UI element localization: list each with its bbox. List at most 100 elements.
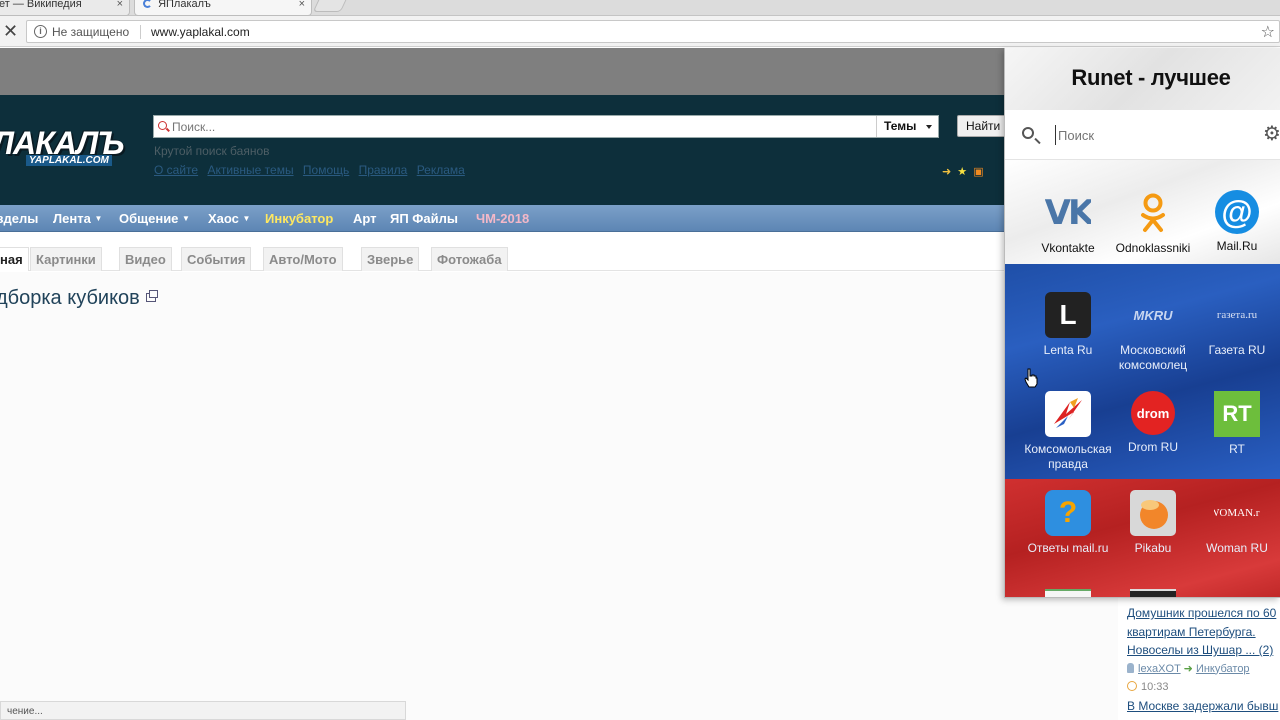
- news-link[interactable]: В Москве задержали бывш: [1127, 697, 1280, 716]
- runet-popup: Runet - лучшее ⚙ VK Vkontakte Odnoklassn…: [1004, 48, 1280, 598]
- vk-icon: VK: [1045, 193, 1091, 233]
- site-tile-mk[interactable]: MKRU Московский комсомолец: [1108, 292, 1198, 373]
- kp-icon: [1045, 391, 1091, 437]
- header-link-about[interactable]: О сайте: [154, 163, 198, 177]
- category-tabs: ная Картинки Видео События Авто/Мото Зве…: [0, 245, 1005, 271]
- tab-animals[interactable]: Зверье: [361, 247, 420, 271]
- browser-tab-wikipedia[interactable]: ет — Википедия ×: [0, 0, 130, 16]
- omnibox[interactable]: i Не защищено www.yaplakal.com ☆: [26, 20, 1280, 43]
- browser-tab-yaplakal[interactable]: ЯПлакалъ ×: [134, 0, 312, 16]
- tab-close-icon[interactable]: ×: [117, 0, 123, 10]
- site-tile-label: Lenta Ru: [1043, 343, 1093, 357]
- flag-stripe-blue: L Lenta Ru MKRU Московский комсомолец га…: [1005, 264, 1280, 479]
- info-icon[interactable]: i: [34, 25, 47, 38]
- search-slogan: Крутой поиск баянов: [154, 144, 270, 158]
- tab-close-icon[interactable]: ×: [299, 0, 305, 10]
- tab-photoshop[interactable]: Фотожаба: [431, 247, 508, 271]
- site-tile-label: Газета RU: [1208, 343, 1266, 357]
- site-tile-label: Московский комсомолец: [1118, 343, 1188, 372]
- news-link[interactable]: квартирам Петербурга.: [1127, 623, 1280, 642]
- nav-item-lenta[interactable]: Лента ▼: [53, 211, 102, 226]
- chevron-down-icon: ▼: [182, 214, 190, 223]
- site-tile-partial[interactable]: [1045, 589, 1091, 597]
- nav-label: Инкубатор: [265, 211, 334, 226]
- tab-events[interactable]: События: [181, 247, 252, 271]
- news-link[interactable]: Новоселы из Шушар ... (2): [1127, 641, 1280, 660]
- post-title[interactable]: дборка кубиков: [0, 287, 158, 310]
- header-link-active-topics[interactable]: Активные темы: [207, 163, 293, 177]
- site-logo[interactable]: ЛАКАЛЪ YAPLAKAL.COM: [0, 125, 142, 171]
- site-search-input[interactable]: [172, 118, 872, 135]
- url-text[interactable]: www.yaplakal.com: [151, 25, 250, 39]
- nav-label: Арт: [353, 211, 377, 226]
- popup-search-bar: ⚙: [1005, 110, 1280, 160]
- news-link[interactable]: Домушник прошелся по 60: [1127, 604, 1280, 623]
- site-tile-partial[interactable]: [1130, 589, 1176, 597]
- favorites-star-icon[interactable]: ★: [957, 165, 967, 178]
- tab-auto-moto[interactable]: Авто/Мото: [263, 247, 343, 271]
- rss-icon[interactable]: ▣: [973, 165, 983, 178]
- nav-item-khaos[interactable]: Хаос ▼: [208, 211, 250, 226]
- site-tile-gazeta[interactable]: газета.ru Газета RU: [1192, 292, 1280, 358]
- nav-item-art[interactable]: Арт: [353, 211, 377, 226]
- site-tile-rt[interactable]: RT RT: [1192, 391, 1280, 457]
- sidebar-news: Домушник прошелся по 60 квартирам Петерб…: [1127, 604, 1280, 715]
- site-tile-odnoklassniki[interactable]: Odnoklassniki: [1108, 190, 1198, 256]
- status-bar: чение...: [0, 701, 406, 720]
- main-nav: зделы Лента ▼ Общение ▼ Хаос ▼ Инкубатор…: [0, 205, 1005, 232]
- nav-label: Общение: [119, 211, 179, 226]
- site-header: ЛАКАЛЪ YAPLAKAL.COM Темы Найти Крутой по…: [0, 95, 1017, 205]
- tab-main[interactable]: ная: [0, 247, 29, 271]
- bookmark-star-icon[interactable]: ☆: [1261, 22, 1275, 42]
- nav-item-wc2018[interactable]: ЧМ-2018: [476, 211, 529, 226]
- themes-select[interactable]: Темы: [876, 116, 938, 137]
- header-link-rules[interactable]: Правила: [359, 163, 408, 177]
- arrow-right-icon: ➜: [1183, 662, 1196, 675]
- site-tile-otvety[interactable]: ? Ответы mail.ru: [1023, 490, 1113, 556]
- header-link-ads[interactable]: Реклама: [417, 163, 465, 177]
- popup-search-input[interactable]: [1055, 125, 1245, 145]
- logo-subtext: YAPLAKAL.COM: [26, 155, 112, 166]
- nav-label: зделы: [0, 211, 39, 226]
- gazeta-icon: газета.ru: [1216, 309, 1258, 321]
- tab-video[interactable]: Видео: [119, 247, 172, 271]
- site-tile-pikabu[interactable]: Pikabu: [1108, 490, 1198, 556]
- content-area: [0, 272, 1118, 720]
- site-tile-woman[interactable]: WOMAN.ru Woman RU: [1192, 490, 1280, 556]
- site-tile-label: Mail.Ru: [1216, 239, 1258, 253]
- news-category[interactable]: Инкубатор: [1196, 663, 1250, 675]
- header-link-help[interactable]: Помощь: [303, 163, 349, 177]
- nav-item-yap-files[interactable]: ЯП Файлы: [390, 211, 458, 226]
- header-icons: ➜ ★ ▣: [942, 165, 987, 178]
- site-tile-label: Pikabu: [1134, 541, 1172, 555]
- login-icon[interactable]: ➜: [942, 165, 951, 178]
- site-tile-label: Odnoklassniki: [1115, 241, 1191, 255]
- site-tile-label: RT: [1229, 442, 1245, 456]
- nav-item-obshchenie[interactable]: Общение ▼: [119, 211, 190, 226]
- pikabu-icon: [1130, 490, 1176, 536]
- site-tile-kp[interactable]: Комсомольская правда: [1023, 391, 1113, 472]
- news-time-text: 10:33: [1141, 681, 1169, 693]
- tab-strip: ет — Википедия × ЯПлакалъ ×: [0, 0, 1280, 16]
- site-tile-drom[interactable]: drom Drom RU: [1108, 391, 1198, 455]
- news-author[interactable]: lexaXOT: [1138, 663, 1181, 675]
- stop-loading-icon[interactable]: ✕: [3, 22, 18, 40]
- flag-stripe-red: ? Ответы mail.ru Pikabu WOMAN.ru Woman R…: [1005, 479, 1280, 597]
- loading-spinner-icon: [143, 0, 152, 8]
- news-time: 10:33: [1127, 678, 1280, 697]
- new-tab-button[interactable]: [312, 0, 348, 12]
- site-tile-vkontakte[interactable]: VK Vkontakte: [1023, 190, 1113, 256]
- woman-icon: WOMAN.ru: [1214, 507, 1260, 519]
- search-icon: [158, 121, 167, 130]
- gear-icon[interactable]: ⚙: [1263, 124, 1280, 144]
- open-external-icon[interactable]: [145, 290, 158, 302]
- site-tile-mailru[interactable]: @ Mail.Ru: [1192, 190, 1280, 254]
- nav-item-sections[interactable]: зделы: [0, 211, 38, 226]
- nav-item-inkubator[interactable]: Инкубатор: [265, 211, 333, 226]
- mail-icon: @: [1215, 190, 1259, 234]
- lenta-icon: L: [1045, 292, 1091, 338]
- security-label[interactable]: Не защищено: [52, 25, 129, 39]
- rt-icon: RT: [1214, 391, 1260, 437]
- site-tile-lenta[interactable]: L Lenta Ru: [1023, 292, 1113, 358]
- tab-pictures[interactable]: Картинки: [30, 247, 102, 271]
